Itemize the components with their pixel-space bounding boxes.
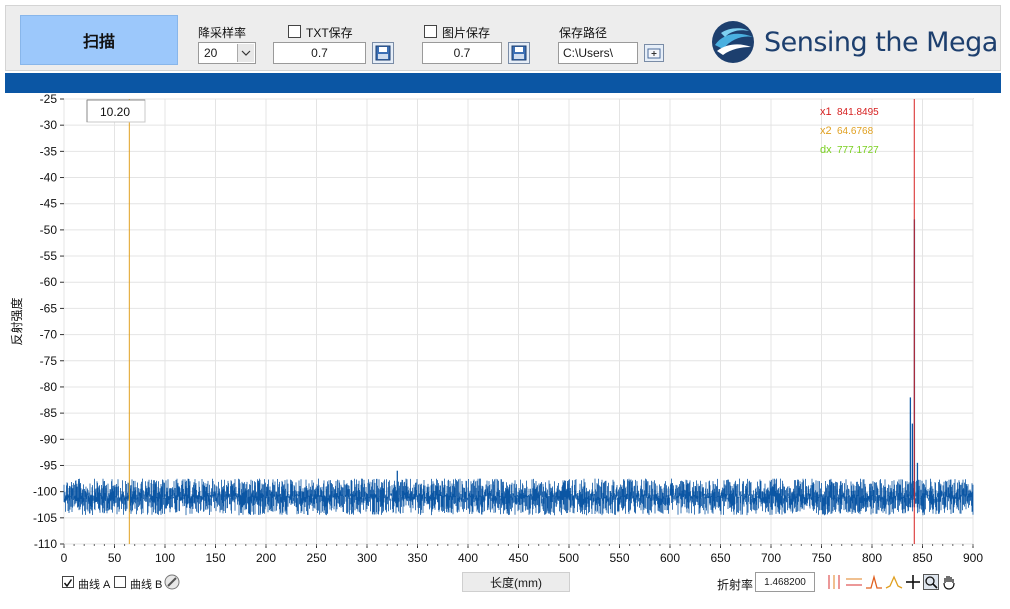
x-tick-label: 250 <box>306 551 326 565</box>
cursor-readout-label: x1 <box>820 106 832 118</box>
x-tick-label: 100 <box>155 551 175 565</box>
y-tick-label: -90 <box>40 432 58 446</box>
chart-area: 0 50 100 150 200 250 300 350 400 450 500 550 600 650 7… <box>0 92 1010 606</box>
txt-value-field[interactable]: 0.7 <box>273 42 366 64</box>
x-tick-label: 750 <box>811 551 831 565</box>
x-tick-label: 350 <box>407 551 427 565</box>
save-path-label: 保存路径 <box>559 26 608 40</box>
y-tick-label: -50 <box>40 223 58 237</box>
downsample-value: 20 <box>204 46 218 60</box>
refractive-index-label: 折射率 <box>717 578 754 592</box>
save-path-field[interactable]: C:\Users\ <box>558 42 638 64</box>
x-tick-label: 550 <box>609 551 629 565</box>
brand-text: Sensing the Mega <box>764 27 998 58</box>
value-display: 10.20 <box>100 105 130 119</box>
y-tick-label: -95 <box>40 458 58 472</box>
curve-b-checkbox[interactable] <box>114 576 126 588</box>
curve-a-checkbox[interactable] <box>62 576 74 588</box>
x-tick-label: 300 <box>357 551 377 565</box>
x-tick-label: 700 <box>761 551 781 565</box>
pan-hand-icon[interactable] <box>941 574 957 593</box>
refractive-index-field[interactable]: 1.468200 <box>755 572 815 592</box>
y-tick-label: -80 <box>40 380 58 394</box>
txt-save-label: TXT保存 <box>306 26 353 40</box>
y-tick-label: -35 <box>40 144 58 158</box>
x-tick-label: 400 <box>458 551 478 565</box>
zoom-icon[interactable] <box>923 574 939 593</box>
peak-marker-alt-icon[interactable] <box>885 574 903 593</box>
y-tick-label: -30 <box>40 118 58 132</box>
y-tick-label: -40 <box>40 171 58 185</box>
header-divider-bar <box>5 73 1001 93</box>
y-tick-label: -45 <box>40 197 58 211</box>
crosshair-icon[interactable] <box>905 574 921 593</box>
cursor-readout-value: 777.1727 <box>837 145 879 156</box>
checkmark-icon <box>63 579 73 588</box>
img-save-disk-icon[interactable] <box>508 42 530 64</box>
graph-tool-palette <box>825 574 957 593</box>
logo-swirl-icon <box>712 21 754 63</box>
x-tick-label: 850 <box>912 551 932 565</box>
horizontal-cursor-icon[interactable] <box>845 574 863 593</box>
downsample-select[interactable]: 20 <box>198 42 256 64</box>
chevron-down-icon[interactable] <box>237 44 254 62</box>
img-save-label: 图片保存 <box>442 26 491 40</box>
curve-b-label: 曲线 B <box>130 579 163 591</box>
toolbar: 扫描 降采样率 20 TXT保存 0.7 图片保存 0.7 保存路径 C:\Us… <box>5 5 1001 71</box>
scan-button[interactable]: 扫描 <box>20 15 178 65</box>
x-tick-label: 650 <box>710 551 730 565</box>
x-tick-label: 600 <box>660 551 680 565</box>
y-tick-label: -55 <box>40 249 58 263</box>
y-tick-label: -105 <box>33 511 57 525</box>
img-value-field[interactable]: 0.7 <box>422 42 502 64</box>
cursor-readout-label: dx <box>820 144 832 156</box>
peak-marker-icon[interactable] <box>865 574 883 593</box>
downsample-label: 降采样率 <box>198 26 247 40</box>
y-tick-label: -65 <box>40 301 58 315</box>
y-tick-label: -25 <box>40 93 58 106</box>
y-tick-label: -100 <box>33 485 57 499</box>
y-tick-label: -85 <box>40 406 58 420</box>
x-tick-label: 50 <box>108 551 122 565</box>
brand-logo: Sensing the Mega <box>709 19 998 65</box>
txt-save-disk-icon[interactable] <box>372 42 394 64</box>
cursor-lines-icon[interactable] <box>825 574 843 593</box>
img-save-checkbox[interactable] <box>424 25 437 38</box>
txt-save-checkbox[interactable] <box>288 25 301 38</box>
x-tick-label: 900 <box>963 551 983 565</box>
x-tick-label: 0 <box>61 551 68 565</box>
x-tick-label: 450 <box>508 551 528 565</box>
x-tick-label: 500 <box>559 551 579 565</box>
x-tick-label: 150 <box>205 551 225 565</box>
cursor-readout-value: 64.6768 <box>837 126 874 137</box>
x-tick-label: 200 <box>256 551 276 565</box>
eraser-icon[interactable] <box>164 574 180 593</box>
y-axis-title: 反射强度 <box>9 297 24 345</box>
x-tick-label: 800 <box>862 551 882 565</box>
browse-folder-icon[interactable] <box>644 44 664 62</box>
cursor-readout-value: 841.8495 <box>837 107 879 118</box>
y-tick-label: -60 <box>40 275 58 289</box>
x-axis-title: 长度(mm) <box>462 572 570 592</box>
y-tick-label: -110 <box>34 537 57 551</box>
curve-a-label: 曲线 A <box>78 579 111 591</box>
y-tick-label: -75 <box>40 354 58 368</box>
y-tick-label: -70 <box>40 328 58 342</box>
cursor-readout-label: x2 <box>820 125 832 137</box>
waveform-chart[interactable]: 0 50 100 150 200 250 300 350 400 450 500 550 600 650 7… <box>0 92 1010 606</box>
